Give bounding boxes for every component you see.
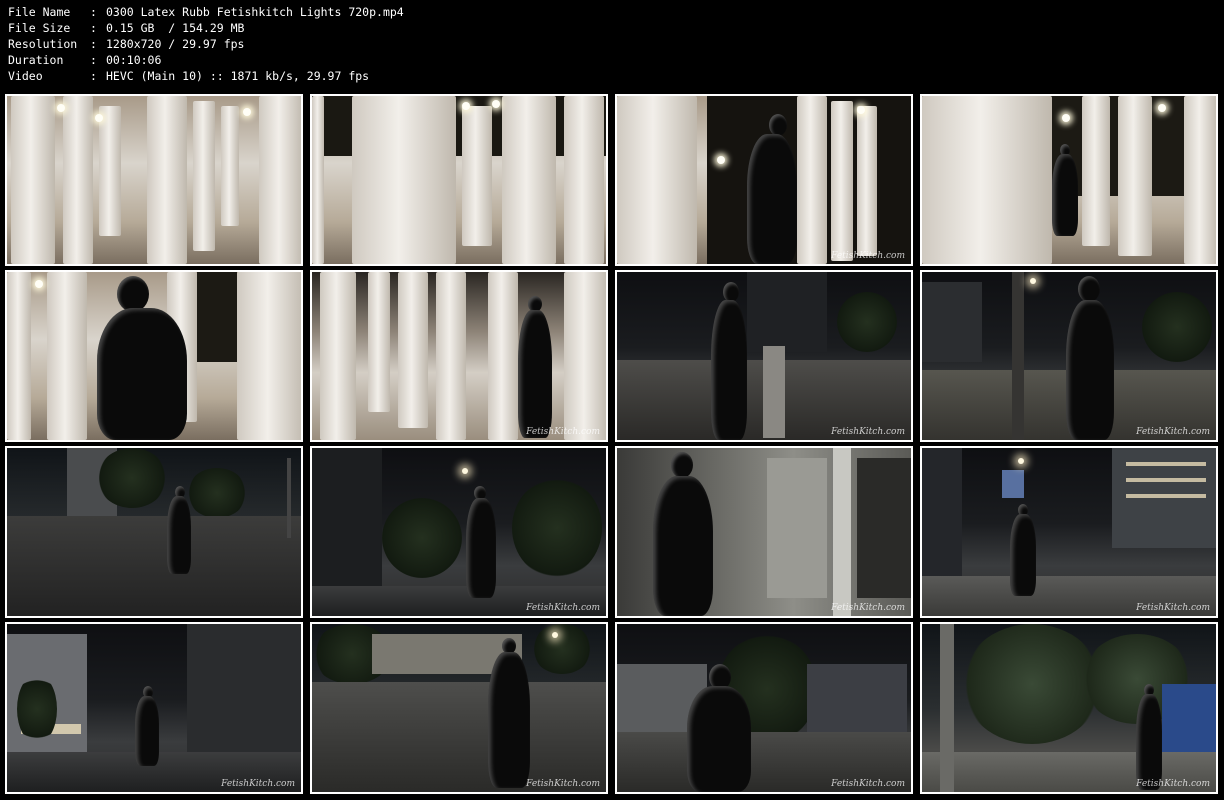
thumbnail-11[interactable]: FetishKitch.com	[615, 446, 913, 618]
thumbnail-15[interactable]: FetishKitch.com	[615, 622, 913, 794]
duration-key: Duration	[8, 53, 64, 67]
watermark: FetishKitch.com	[1136, 779, 1210, 789]
watermark: FetishKitch.com	[526, 779, 600, 789]
file-name-sep: :	[90, 5, 97, 19]
thumbnail-6[interactable]: FetishKitch.com	[310, 270, 608, 442]
watermark: FetishKitch.com	[1136, 427, 1210, 437]
duration-value: 00:10:06	[106, 53, 162, 67]
watermark: FetishKitch.com	[526, 427, 600, 437]
file-name-row: File Name:0300 Latex Rubb Fetishkitch Li…	[8, 4, 404, 20]
watermark: FetishKitch.com	[831, 427, 905, 437]
thumbnail-grid: FetishKitch.com FetishKitch.com FetishKi…	[5, 94, 1219, 796]
watermark: FetishKitch.com	[831, 779, 905, 789]
video-value: HEVC (Main 10) :: 1871 kb/s, 29.97 fps	[106, 69, 370, 83]
resolution-value: 1280x720 / 29.97 fps	[106, 37, 245, 51]
file-size-key: File Size	[8, 21, 71, 35]
video-key: Video	[8, 69, 43, 83]
duration-sep: :	[90, 53, 97, 67]
file-size-sep: :	[90, 21, 97, 35]
file-name-key: File Name	[8, 5, 71, 19]
video-sep: :	[90, 69, 97, 83]
resolution-row: Resolution:1280x720 / 29.97 fps	[8, 36, 244, 52]
thumbnail-9[interactable]	[5, 446, 303, 618]
thumbnail-14[interactable]: FetishKitch.com	[310, 622, 608, 794]
watermark: FetishKitch.com	[831, 251, 905, 261]
video-row: Video: HEVC (Main 10) :: 1871 kb/s, 29.97…	[8, 68, 369, 84]
file-name-value: 0300 Latex Rubb Fetishkitch Lights 720p.…	[106, 5, 404, 19]
resolution-sep: :	[90, 37, 97, 51]
watermark: FetishKitch.com	[526, 603, 600, 613]
thumbnail-12[interactable]: FetishKitch.com	[920, 446, 1218, 618]
thumbnail-13[interactable]: FetishKitch.com	[5, 622, 303, 794]
watermark: FetishKitch.com	[1136, 603, 1210, 613]
file-info-header: File Name:0300 Latex Rubb Fetishkitch Li…	[0, 0, 1224, 88]
watermark: FetishKitch.com	[831, 603, 905, 613]
thumbnail-8[interactable]: FetishKitch.com	[920, 270, 1218, 442]
thumbnail-1[interactable]	[5, 94, 303, 266]
duration-row: Duration:00:10:06	[8, 52, 161, 68]
thumbnail-7[interactable]: FetishKitch.com	[615, 270, 913, 442]
thumbnail-2[interactable]	[310, 94, 608, 266]
thumbnail-16[interactable]: FetishKitch.com	[920, 622, 1218, 794]
resolution-key: Resolution	[8, 37, 78, 51]
file-size-value: 0.15 GB / 154.29 MB	[106, 21, 245, 35]
thumbnail-4[interactable]	[920, 94, 1218, 266]
watermark: FetishKitch.com	[221, 779, 295, 789]
thumbnail-5[interactable]	[5, 270, 303, 442]
file-size-row: File Size:0.15 GB / 154.29 MB	[8, 20, 244, 36]
thumbnail-3[interactable]: FetishKitch.com	[615, 94, 913, 266]
thumbnail-10[interactable]: FetishKitch.com	[310, 446, 608, 618]
